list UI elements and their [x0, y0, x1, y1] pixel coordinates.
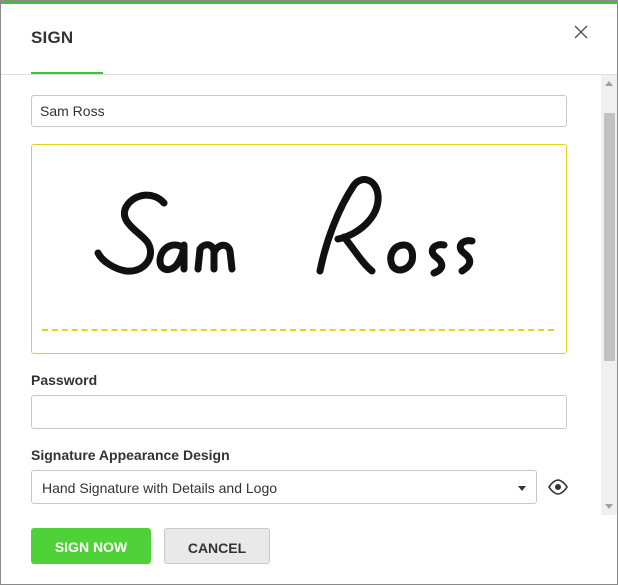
dialog-body: Password Signature Appearance Design Han…	[1, 75, 601, 511]
scroll-down-icon[interactable]	[605, 504, 613, 509]
signature-pad[interactable]	[31, 144, 567, 354]
appearance-select[interactable]: Hand Signature with Details and Logo	[31, 470, 537, 504]
appearance-label: Signature Appearance Design	[31, 447, 230, 463]
dialog-footer: SIGN NOW CANCEL	[1, 515, 601, 585]
appearance-selected-value: Hand Signature with Details and Logo	[42, 480, 278, 496]
title-underline	[31, 72, 103, 74]
dialog-title: SIGN	[31, 28, 74, 47]
password-label: Password	[31, 372, 98, 388]
signer-name-input[interactable]	[31, 95, 567, 127]
password-input[interactable]	[31, 395, 567, 429]
scroll-up-icon[interactable]	[605, 81, 613, 86]
eye-icon[interactable]	[548, 478, 568, 496]
scroll-thumb[interactable]	[604, 113, 615, 361]
chevron-down-icon	[518, 486, 526, 491]
sign-dialog: SIGN Sam Ross Password Signature Appeara…	[0, 0, 618, 585]
sign-now-button[interactable]: SIGN NOW	[31, 528, 151, 564]
handwritten-signature	[94, 176, 476, 277]
close-icon[interactable]	[571, 22, 591, 42]
cancel-button[interactable]: CANCEL	[164, 528, 270, 564]
dialog-header: SIGN	[1, 4, 617, 75]
signature-baseline	[42, 329, 554, 331]
vertical-scrollbar[interactable]	[601, 75, 617, 515]
